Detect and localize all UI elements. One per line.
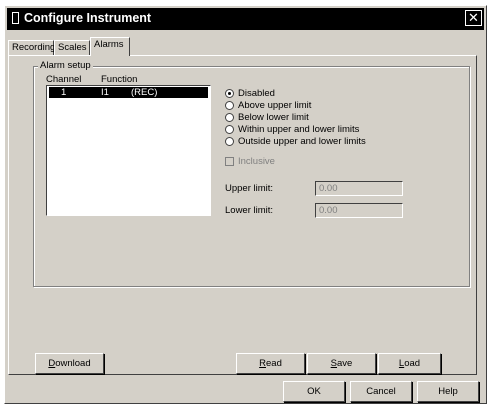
channel-cell: 1 [61, 87, 67, 98]
channel-listbox[interactable]: 1 I1 (REC) [46, 85, 211, 216]
radio-icon [225, 113, 234, 122]
function-column-header: Function [101, 74, 138, 85]
lower-limit-label: Lower limit: [225, 205, 274, 216]
tab-recording[interactable]: Recording [8, 40, 55, 55]
title-bar: Configure Instrument ✕ [7, 8, 484, 30]
download-button[interactable]: Download [35, 353, 104, 374]
radio-icon [225, 137, 234, 146]
radio-icon [225, 101, 234, 110]
checkbox-icon [225, 157, 234, 166]
list-item[interactable]: 1 I1 (REC) [49, 87, 208, 98]
save-button[interactable]: Save [307, 353, 376, 374]
radio-icon [225, 125, 234, 134]
tab-scales[interactable]: Scales [54, 40, 90, 55]
function-cell: (REC) [131, 87, 158, 98]
close-button[interactable]: ✕ [465, 10, 482, 26]
window-icon [12, 12, 19, 24]
load-button[interactable]: Load [378, 353, 441, 374]
close-icon: ✕ [468, 10, 479, 25]
upper-limit-field[interactable]: 0.00 [315, 181, 403, 196]
upper-limit-label: Upper limit: [225, 183, 274, 194]
lower-limit-field[interactable]: 0.00 [315, 203, 403, 218]
tab-alarms[interactable]: Alarms [90, 37, 130, 56]
ok-button[interactable]: OK [283, 381, 345, 402]
input-cell: I1 [101, 87, 109, 98]
cancel-button[interactable]: Cancel [350, 381, 412, 402]
read-button[interactable]: Read [236, 353, 305, 374]
help-button[interactable]: Help [417, 381, 479, 402]
channel-column-header: Channel [46, 74, 82, 85]
alarm-setup-label: Alarm setup [38, 60, 93, 71]
window-title: Configure Instrument [24, 11, 152, 25]
radio-selected-icon [225, 89, 234, 98]
